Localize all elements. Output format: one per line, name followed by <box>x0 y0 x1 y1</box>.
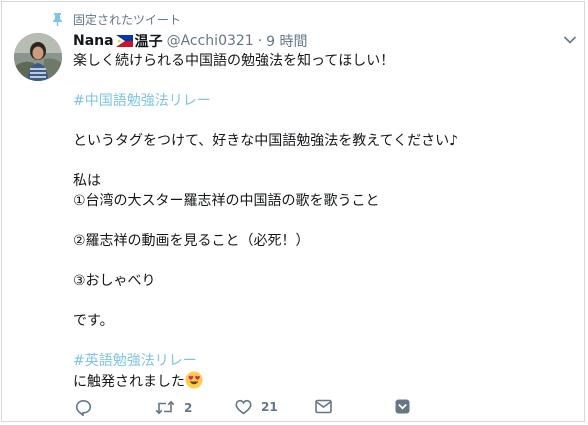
reply-icon <box>75 399 92 416</box>
tweet-header: Nana 温子 @Acchi0321 · 9 時間 <box>73 32 308 50</box>
more-options-button[interactable] <box>395 399 410 414</box>
display-name[interactable]: Nana <box>73 33 114 49</box>
pinned-label: 固定されたツイート <box>73 12 182 27</box>
retweet-count: 2 <box>184 400 193 415</box>
separator: · <box>257 33 263 49</box>
chevron-down-icon[interactable] <box>563 35 577 45</box>
avatar[interactable] <box>14 33 62 81</box>
envelope-icon <box>315 399 332 414</box>
like-count: 21 <box>261 400 278 414</box>
tweet-line: というタグをつけて、好きな中国語勉強法を教えてください♪ <box>73 133 459 149</box>
tweet-line: 楽しく続けられる中国語の勉強法を知ってほしい！ <box>73 53 395 69</box>
chevron-badge-icon <box>395 399 410 414</box>
like-button[interactable]: 21 <box>235 399 278 415</box>
tweet-line: ③おしゃべり <box>73 273 156 289</box>
hashtag-link[interactable]: #英語勉強法リレー <box>73 351 573 371</box>
tweet-line: です。 <box>73 313 114 329</box>
tweet-card: 固定されたツイート Nana 温子 @Acchi0321 · 9 時間 楽しく続… <box>1 1 585 422</box>
philippines-flag-icon <box>115 35 133 47</box>
user-handle[interactable]: @Acchi0321 <box>167 33 254 49</box>
pinned-indicator: 固定されたツイート <box>52 11 181 27</box>
tweet-line: ②羅志祥の動画を見ること（必死！） <box>73 233 310 249</box>
retweet-button[interactable]: 2 <box>155 399 192 416</box>
avatar-photo <box>14 33 62 81</box>
tweet-line: に触発されました <box>73 371 573 391</box>
tweet-line: ①台湾の大スター羅志祥の中国語の歌を歌うこと <box>73 193 380 209</box>
tweet-timestamp[interactable]: 9 時間 <box>266 31 307 51</box>
tweet-line: 私は <box>73 173 101 189</box>
direct-message-button[interactable] <box>315 399 332 414</box>
tweet-text: 楽しく続けられる中国語の勉強法を知ってほしい！ #中国語勉強法リレー というタグ… <box>73 51 573 391</box>
pin-icon <box>53 12 62 26</box>
reply-button[interactable] <box>75 399 92 416</box>
retweet-icon <box>155 400 175 415</box>
hashtag-link[interactable]: #中国語勉強法リレー <box>73 91 573 111</box>
display-name-suffix[interactable]: 温子 <box>135 31 163 51</box>
heart-icon <box>235 399 252 415</box>
heart-eyes-emoji-icon <box>185 371 203 389</box>
